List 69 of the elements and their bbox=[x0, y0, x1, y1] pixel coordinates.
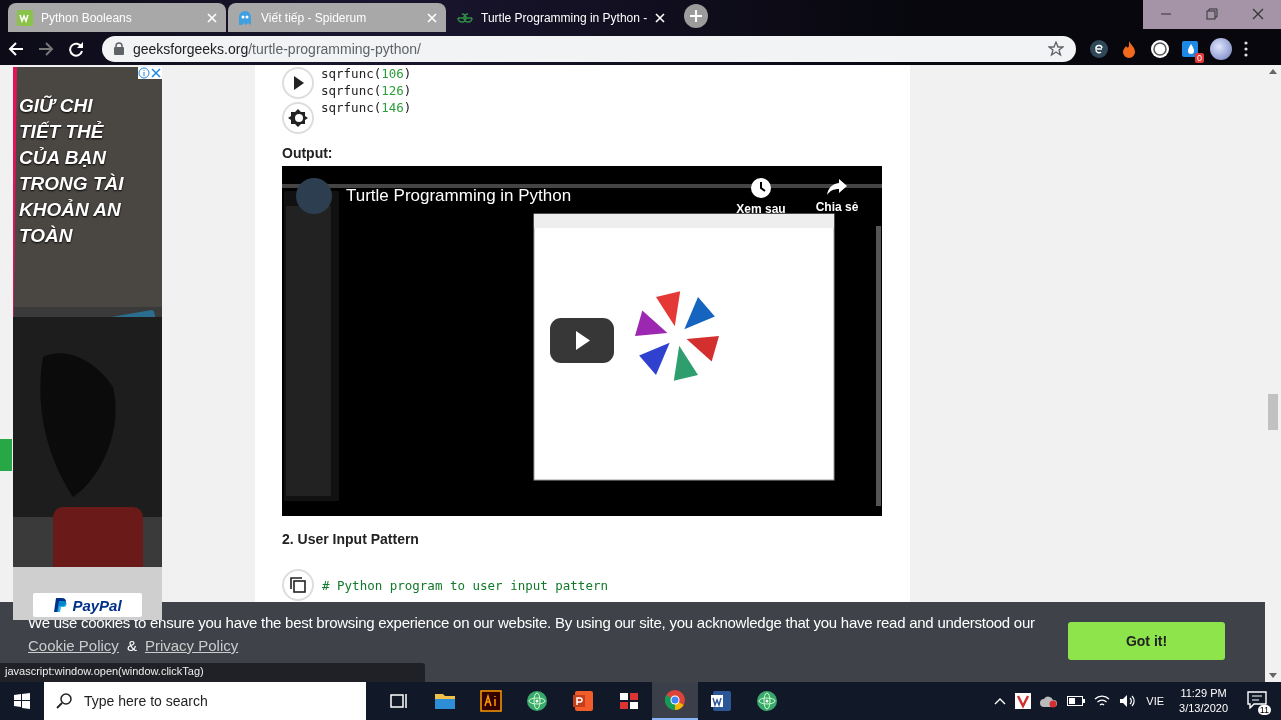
url-text: geeksforgeeks.org/turtle-programming-python/ bbox=[133, 40, 421, 57]
code-line: sqrfunc(146) bbox=[321, 99, 412, 116]
separator-text: & bbox=[126, 637, 137, 655]
chat-bubble-icon bbox=[1247, 691, 1267, 709]
word-icon bbox=[710, 690, 732, 712]
side-handle[interactable] bbox=[0, 439, 12, 471]
wifi-icon[interactable] bbox=[1094, 694, 1111, 708]
theme-toggle-icon[interactable] bbox=[282, 102, 314, 134]
ad-headline: GIỮ CHI TIẾT THẺ CỦA BẠN TRONG TÀI KHOẢN AN TOÀN bbox=[19, 94, 125, 248]
profile-avatar[interactable] bbox=[1210, 37, 1232, 60]
section-heading: 2. User Input Pattern bbox=[282, 531, 420, 547]
video-title[interactable]: Turtle Programming in Python bbox=[346, 186, 572, 206]
lock-icon bbox=[114, 42, 124, 55]
illustrator-icon bbox=[480, 690, 502, 712]
scroll-up-icon[interactable] bbox=[1269, 69, 1277, 74]
info-icon[interactable] bbox=[138, 67, 150, 79]
new-tab-icon[interactable] bbox=[684, 4, 709, 28]
chrome-icon bbox=[664, 689, 686, 711]
v-app-icon[interactable] bbox=[1015, 693, 1032, 709]
video-player[interactable]: Turtle Programming in Python Xem sau Chia sẻ bbox=[282, 166, 882, 516]
code-line: sqrfunc(126) bbox=[321, 82, 412, 99]
output-label: Output: bbox=[282, 145, 334, 161]
atom-icon bbox=[526, 690, 548, 712]
tab-title: Python Booleans bbox=[41, 10, 133, 25]
flame-extension-icon[interactable] bbox=[1120, 39, 1138, 58]
w3-logo-icon bbox=[17, 9, 33, 26]
play-button-icon[interactable] bbox=[282, 67, 314, 99]
browser-tab[interactable]: Turtle Programming in Python - bbox=[448, 3, 675, 32]
count-badge: 0 bbox=[1195, 52, 1204, 63]
menu-icon[interactable] bbox=[1244, 40, 1248, 57]
powerpoint-icon bbox=[572, 690, 594, 712]
ring-extension-icon[interactable] bbox=[1150, 38, 1170, 59]
code-line: sqrfunc(106) bbox=[321, 65, 412, 82]
reload-icon[interactable] bbox=[68, 40, 84, 57]
cloud-icon[interactable] bbox=[1040, 694, 1059, 708]
code-comment: # Python program to user input pattern bbox=[322, 577, 608, 593]
search-field[interactable]: Type here to search bbox=[44, 682, 366, 720]
cookie-policy-link[interactable]: Cookie Policy bbox=[28, 637, 119, 655]
scroll-thumb[interactable] bbox=[1268, 394, 1278, 430]
language-indicator[interactable]: VIE bbox=[1146, 695, 1165, 707]
battery-icon[interactable] bbox=[1067, 696, 1086, 706]
video-action[interactable]: Xem sau bbox=[730, 178, 792, 216]
clock[interactable]: 11:29 PM 3/13/2020 bbox=[1173, 686, 1234, 716]
advertisement[interactable]: GIỮ CHI TIẾT THẺ CỦA BẠN TRONG TÀI KHOẢN AN TOÀN PayPal bbox=[13, 67, 162, 620]
video-action[interactable]: Chia sẻ bbox=[806, 178, 868, 214]
chevron-up-icon[interactable] bbox=[994, 697, 1007, 705]
app-grid-icon bbox=[618, 690, 640, 712]
brand-logo[interactable]: PayPal bbox=[33, 593, 142, 617]
tab-title: Viết tiếp - Spiderum bbox=[261, 10, 368, 25]
scroll-down-icon[interactable] bbox=[1269, 673, 1277, 678]
tab-title: Turtle Programming in Python - bbox=[481, 10, 648, 25]
clock-icon bbox=[751, 178, 771, 198]
address-bar[interactable]: geeksforgeeks.org/turtle-programming-python/ bbox=[102, 35, 1076, 62]
atom-icon bbox=[756, 690, 778, 712]
e-extension-icon[interactable] bbox=[1090, 39, 1108, 58]
play-button-icon[interactable] bbox=[550, 318, 614, 363]
search-icon bbox=[56, 693, 72, 709]
copy-icon[interactable] bbox=[282, 569, 314, 601]
privacy-policy-link[interactable]: Privacy Policy bbox=[144, 637, 239, 655]
star-icon[interactable] bbox=[1048, 40, 1064, 57]
p-logo-icon bbox=[53, 597, 68, 613]
share-arrow-icon bbox=[827, 178, 847, 196]
ghost-icon bbox=[237, 9, 253, 26]
drop-extension-icon[interactable] bbox=[1182, 40, 1198, 57]
back-arrow-icon[interactable] bbox=[8, 40, 24, 57]
status-url-tooltip: javascript:window.open(window.clickTag) bbox=[0, 663, 425, 682]
speaker-icon[interactable] bbox=[1119, 694, 1138, 708]
forward-arrow-icon[interactable] bbox=[38, 40, 54, 57]
accept-button[interactable]: Got it! bbox=[1068, 622, 1225, 660]
